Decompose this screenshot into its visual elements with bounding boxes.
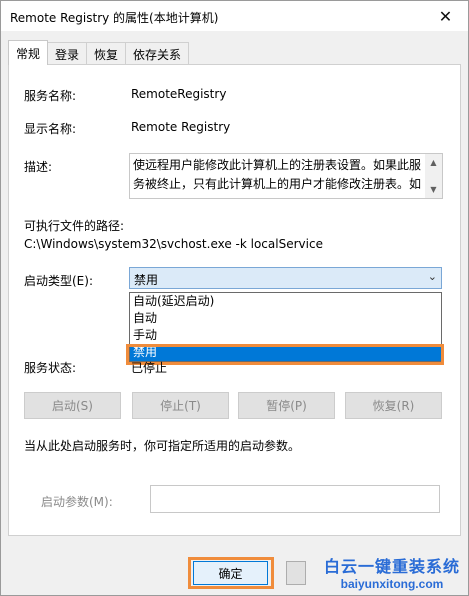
close-icon: ✕	[438, 6, 453, 26]
watermark-cn: 白云一键重装系统	[323, 557, 460, 576]
startup-type-label: 启动类型(E):	[24, 274, 93, 288]
cancel-button[interactable]	[286, 561, 306, 585]
startup-type-select[interactable]: 禁用 ⌄	[129, 267, 442, 289]
scroll-up-icon[interactable]: ▲	[425, 154, 442, 171]
watermark-logo: 白云一键重装系统 baiyunxitong.com	[324, 553, 460, 591]
description-text: 使远程用户能修改此计算机上的注册表设置。如果此服务被终止，只有此计算机上的用户才…	[133, 158, 422, 191]
service-name-value: RemoteRegistry	[131, 87, 227, 101]
tab-logon[interactable]: 登录	[47, 42, 88, 65]
option-auto[interactable]: 自动	[130, 310, 441, 327]
exe-path-label: 可执行文件的路径:	[24, 219, 125, 233]
startup-type-selected: 禁用	[134, 273, 159, 287]
start-params-input[interactable]	[150, 485, 440, 513]
display-name-value: Remote Registry	[131, 120, 231, 134]
watermark-en: baiyunxitong.com	[340, 577, 444, 591]
tab-general[interactable]: 常规	[8, 40, 49, 65]
scroll-down-icon[interactable]: ▼	[425, 181, 442, 198]
description-box[interactable]: 使远程用户能修改此计算机上的注册表设置。如果此服务被终止，只有此计算机上的用户才…	[129, 153, 443, 199]
resume-button[interactable]: 恢复(R)	[345, 392, 442, 419]
title-bar: Remote Registry 的属性(本地计算机) ✕	[1, 1, 468, 31]
highlight-annotation	[126, 344, 444, 365]
option-manual[interactable]: 手动	[130, 327, 441, 344]
start-params-hint: 当从此处启动服务时，你可指定所适用的启动参数。	[24, 439, 301, 453]
window-title: Remote Registry 的属性(本地计算机)	[10, 11, 219, 25]
close-button[interactable]: ✕	[423, 1, 468, 31]
stop-button[interactable]: 停止(T)	[132, 392, 229, 419]
tab-bar: 常规 登录 恢复 依存关系	[8, 40, 190, 65]
display-name-label: 显示名称:	[24, 122, 77, 136]
tab-dependencies[interactable]: 依存关系	[125, 42, 190, 65]
general-panel: 服务名称: RemoteRegistry 显示名称: Remote Regist…	[8, 64, 461, 536]
exe-path-value: C:\Windows\system32\svchost.exe -k local…	[24, 237, 323, 251]
chevron-down-icon: ⌄	[427, 270, 437, 283]
description-label: 描述:	[24, 160, 53, 174]
pause-button[interactable]: 暂停(P)	[238, 392, 335, 419]
option-auto-delayed[interactable]: 自动(延迟启动)	[130, 293, 441, 310]
properties-dialog: Remote Registry 的属性(本地计算机) ✕ 常规 登录 恢复 依存…	[0, 0, 469, 596]
service-status-label: 服务状态:	[24, 361, 77, 375]
tab-recovery[interactable]: 恢复	[86, 42, 127, 65]
service-name-label: 服务名称:	[24, 89, 77, 103]
ok-highlight-annotation	[188, 557, 274, 589]
start-params-label: 启动参数(M):	[41, 495, 113, 509]
description-scrollbar[interactable]: ▲ ▼	[425, 154, 442, 198]
start-button[interactable]: 启动(S)	[24, 392, 121, 419]
service-status-value: 已停止	[131, 361, 168, 375]
